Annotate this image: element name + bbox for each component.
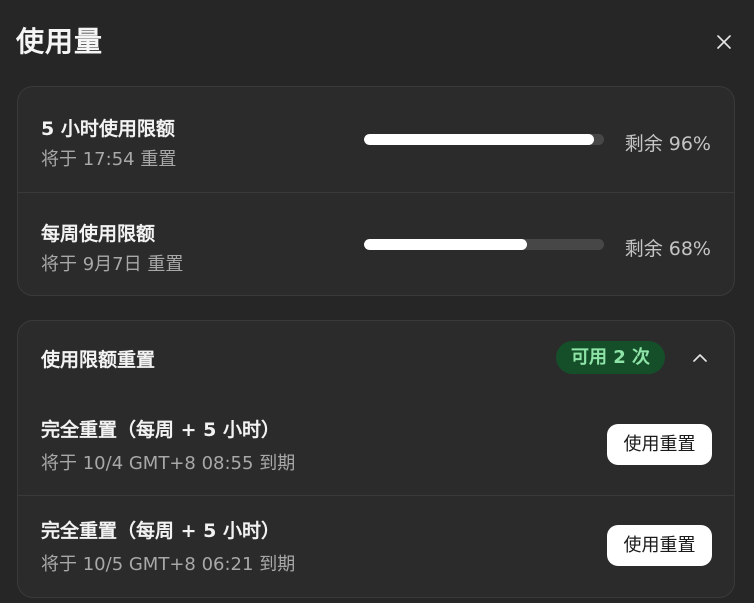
close-button[interactable] (710, 30, 738, 54)
available-count-badge: 可用 2 次 (556, 341, 666, 374)
usage-row-weekly: 每周使用限额 将于 9月7日 重置 剩余 68% (18, 193, 734, 296)
chevron-up-icon (693, 353, 707, 362)
usage-row-reset-time: 将于 9月7日 重置 (41, 254, 184, 275)
usage-row-title: 5 小时使用限额 (41, 118, 175, 140)
reset-item-title: 完全重置（每周 + 5 小时） (41, 520, 280, 542)
limit-reset-card: 使用限额重置 可用 2 次 完全重置（每周 + 5 小时） 将于 10/4 GM… (17, 320, 735, 598)
usage-remaining-text: 剩余 96% (624, 133, 711, 155)
collapse-button[interactable] (688, 345, 712, 369)
reset-item-title: 完全重置（每周 + 5 小时） (41, 419, 280, 441)
usage-progress-fill (364, 239, 528, 250)
usage-progress-fill (364, 134, 595, 145)
usage-row-5h: 5 小时使用限额 将于 17:54 重置 剩余 96% (18, 87, 734, 193)
usage-remaining-text: 剩余 68% (624, 238, 711, 260)
close-icon (717, 35, 731, 49)
reset-item: 完全重置（每周 + 5 小时） 将于 10/5 GMT+8 06:21 到期 使… (18, 496, 734, 597)
use-reset-button[interactable]: 使用重置 (607, 424, 712, 465)
usage-limits-card: 5 小时使用限额 将于 17:54 重置 剩余 96% 每周使用限额 将于 9月… (17, 86, 735, 296)
usage-row-title: 每周使用限额 (41, 223, 156, 245)
reset-item: 完全重置（每周 + 5 小时） 将于 10/4 GMT+8 08:55 到期 使… (18, 397, 734, 495)
usage-dialog: 使用量 5 小时使用限额 将于 17:54 重置 剩余 96% 每周使用限额 将… (0, 0, 754, 603)
usage-progress-bar (364, 134, 604, 145)
dialog-title: 使用量 (16, 25, 104, 58)
usage-progress-bar (364, 239, 604, 250)
reset-item-expiry: 将于 10/4 GMT+8 08:55 到期 (41, 453, 296, 474)
usage-row-reset-time: 将于 17:54 重置 (41, 149, 177, 170)
use-reset-button[interactable]: 使用重置 (607, 525, 712, 566)
reset-item-expiry: 将于 10/5 GMT+8 06:21 到期 (41, 554, 296, 575)
limit-reset-title: 使用限额重置 (41, 349, 156, 371)
